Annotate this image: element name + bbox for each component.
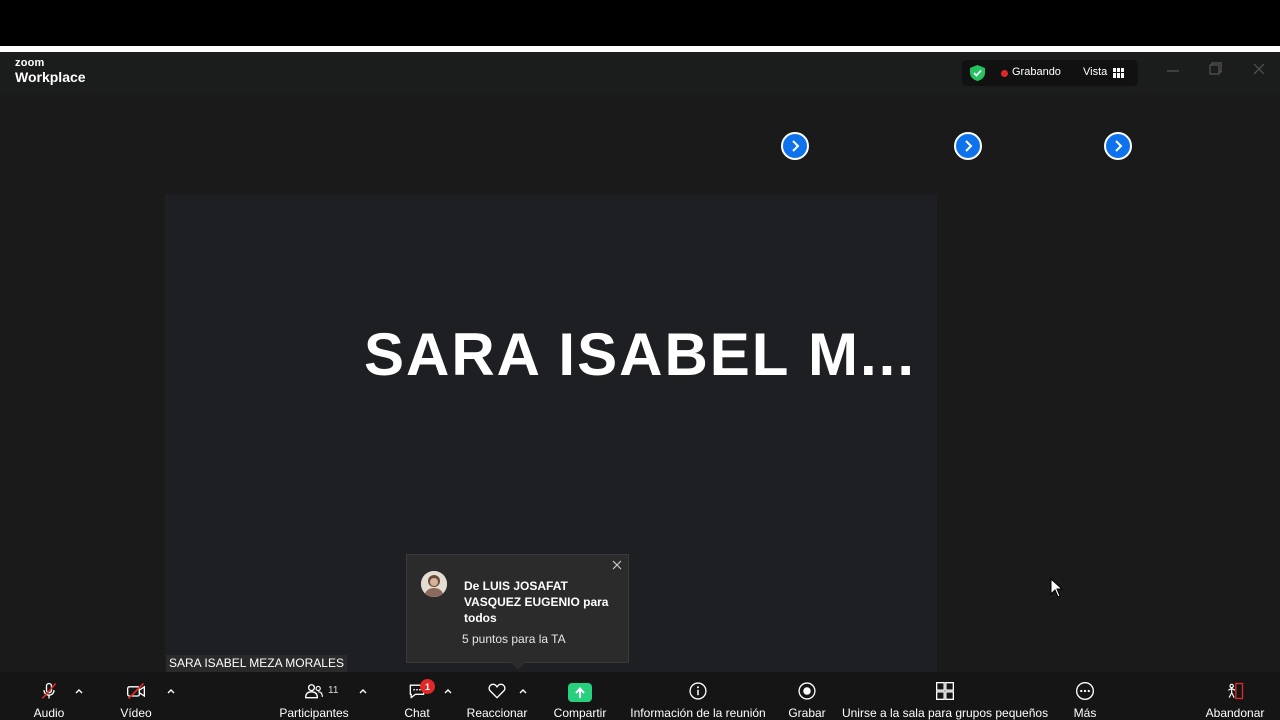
meeting-info-label: Información de la reunión: [630, 706, 766, 720]
video-stage: SARA ISABEL M... SARA ISABEL MEZA MORALE…: [0, 94, 1280, 672]
audio-label: Audio: [33, 706, 65, 720]
next-page-arrow-icon[interactable]: [1104, 132, 1132, 160]
grid-view-icon[interactable]: [1113, 68, 1124, 78]
sender-avatar: [421, 571, 447, 597]
next-page-arrow-icon[interactable]: [781, 132, 809, 160]
breakout-rooms-label: Unirse a la sala para grupos pequeños: [841, 706, 1049, 720]
meeting-info-button[interactable]: Información de la reunión: [630, 672, 766, 720]
participants-button[interactable]: Participantes: [279, 672, 349, 720]
audio-options-chevron-up-icon[interactable]: [74, 686, 84, 696]
react-label: Reaccionar: [466, 706, 528, 720]
record-button[interactable]: Grabar: [788, 672, 826, 720]
video-options-chevron-up-icon[interactable]: [166, 686, 176, 696]
meeting-toolbar: Audio Vídeo Participantes 11 Chat 1 Reac…: [0, 672, 1280, 720]
react-button[interactable]: Reaccionar: [466, 672, 528, 720]
notification-message: 5 puntos para la TA: [462, 632, 566, 646]
react-options-chevron-up-icon[interactable]: [518, 686, 528, 696]
close-window-icon[interactable]: [1252, 62, 1266, 76]
participants-label: Participantes: [279, 706, 349, 720]
participants-options-chevron-up-icon[interactable]: [358, 686, 368, 696]
mouse-cursor-icon: [1050, 578, 1064, 598]
more-options-icon: [1076, 682, 1094, 700]
meeting-status-pill: Grabando Vista: [962, 60, 1138, 86]
leave-label: Abandonar: [1205, 706, 1265, 720]
unread-chat-badge: 1: [420, 679, 435, 694]
more-button[interactable]: Más: [1070, 672, 1100, 720]
logo-workplace-text: Workplace: [15, 69, 86, 85]
participants-icon: [304, 684, 323, 699]
minimize-window-icon[interactable]: [1166, 62, 1180, 76]
share-label: Compartir: [553, 706, 607, 720]
recording-dot-icon: [1001, 70, 1008, 77]
next-page-arrow-icon[interactable]: [954, 132, 982, 160]
muted-microphone-icon: [41, 682, 57, 700]
video-button[interactable]: Vídeo: [116, 672, 156, 720]
chat-label: Chat: [404, 706, 430, 720]
view-button-label[interactable]: Vista: [1083, 66, 1107, 78]
leave-meeting-button[interactable]: Abandonar: [1203, 672, 1267, 720]
chat-options-chevron-up-icon[interactable]: [443, 686, 453, 696]
participant-name-tag: SARA ISABEL MEZA MORALES: [166, 655, 347, 672]
zoom-logo: zoom Workplace: [15, 57, 86, 85]
video-off-icon: [127, 682, 145, 700]
toast-pointer: [510, 662, 526, 670]
restore-window-icon[interactable]: [1208, 62, 1222, 76]
security-shield-icon[interactable]: [970, 65, 985, 81]
heart-icon: [488, 683, 506, 699]
info-icon: [689, 682, 707, 700]
more-label: Más: [1073, 706, 1097, 720]
record-icon: [798, 682, 816, 700]
leave-door-icon: [1228, 682, 1244, 700]
video-label: Vídeo: [120, 706, 152, 720]
letterbox-top: [0, 0, 1280, 46]
share-screen-icon: [568, 683, 592, 702]
record-label: Grabar: [788, 706, 826, 720]
recording-label[interactable]: Grabando: [1012, 66, 1061, 78]
breakout-rooms-button[interactable]: Unirse a la sala para grupos pequeños: [842, 672, 1048, 720]
share-screen-button[interactable]: Compartir: [553, 672, 607, 720]
notification-sender: De LUIS JOSAFAT VASQUEZ EUGENIO para tod…: [464, 579, 609, 625]
close-icon[interactable]: [611, 559, 623, 571]
participants-count: 11: [328, 685, 339, 696]
logo-zoom-text: zoom: [15, 57, 45, 69]
breakout-rooms-grid-icon: [936, 682, 954, 700]
audio-button[interactable]: Audio: [30, 672, 68, 720]
active-speaker-name: SARA ISABEL M...: [363, 321, 917, 388]
title-bar: zoom Workplace Grabando Vista: [0, 52, 1280, 94]
chat-notification-toast[interactable]: De LUIS JOSAFAT VASQUEZ EUGENIO para tod…: [406, 554, 629, 670]
